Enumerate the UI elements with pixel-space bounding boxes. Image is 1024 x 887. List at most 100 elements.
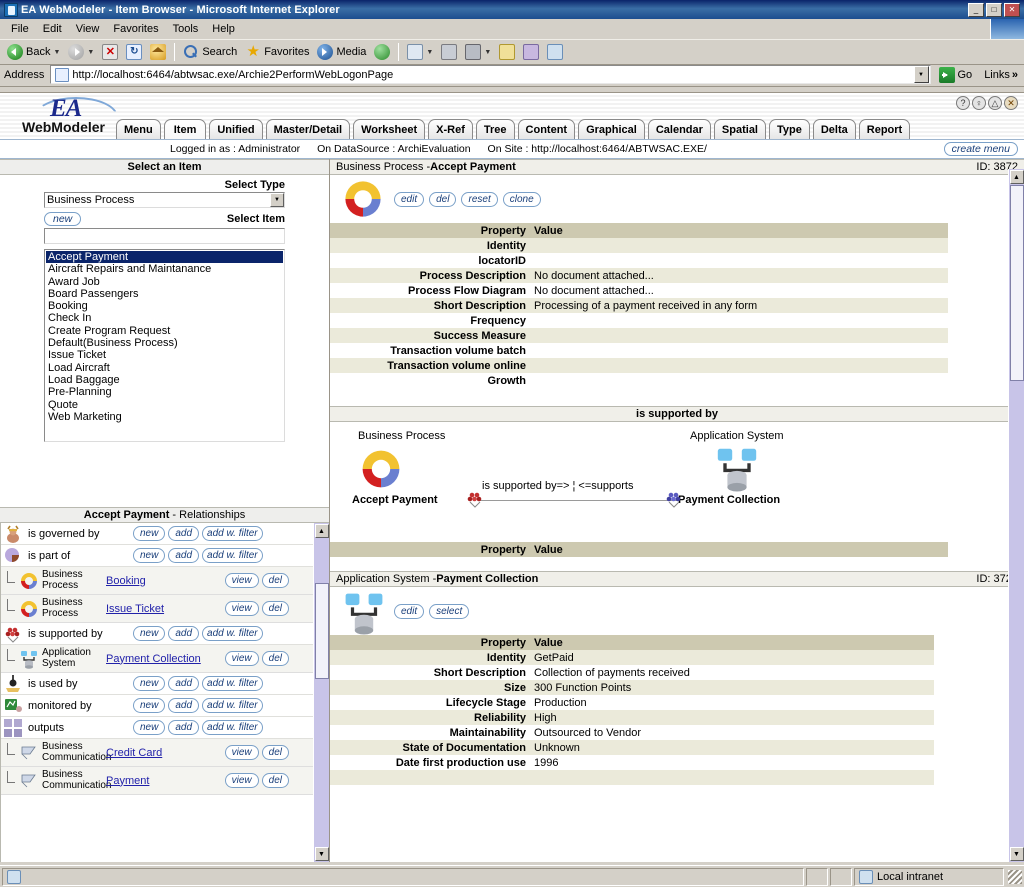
new-button[interactable]: new [133, 548, 166, 563]
add-with-filter-button[interactable]: add w. filter [202, 548, 263, 563]
select-button[interactable]: select [429, 603, 470, 619]
item-link[interactable]: Payment [106, 775, 211, 787]
scroll-up-arrow-icon[interactable]: ▲ [314, 524, 329, 538]
stop-button[interactable]: ✕ [99, 41, 121, 63]
edit-button[interactable]: ▼ [462, 41, 494, 63]
item-link[interactable]: Payment Collection [106, 653, 211, 665]
view-button[interactable]: view [224, 573, 259, 588]
tab-calendar[interactable]: Calendar [647, 119, 711, 139]
list-item[interactable]: Check In [46, 312, 283, 324]
exit-icon[interactable]: ✕ [1004, 96, 1018, 110]
relationships-scrollbar[interactable]: ▲ ▼ [313, 523, 329, 862]
resize-grip-icon[interactable] [1008, 869, 1022, 884]
add-with-filter-button[interactable]: add w. filter [202, 698, 263, 713]
clone-button[interactable]: clone [502, 191, 541, 207]
view-button[interactable]: view [224, 745, 259, 760]
list-item[interactable]: Default(Business Process) [46, 337, 283, 349]
scroll-thumb[interactable] [1009, 185, 1024, 381]
help-icon[interactable]: ? [956, 96, 970, 110]
list-item[interactable]: Accept Payment [46, 251, 283, 264]
reset-button[interactable]: reset [461, 191, 498, 207]
links-button[interactable]: Links » [980, 68, 1022, 82]
messenger-button[interactable] [520, 41, 542, 63]
new-button[interactable]: new [133, 626, 166, 641]
item-link[interactable]: Credit Card [106, 747, 211, 759]
scroll-thumb[interactable] [314, 583, 329, 679]
scroll-up-arrow-icon[interactable]: ▲ [1009, 170, 1024, 184]
add-with-filter-button[interactable]: add w. filter [202, 526, 263, 541]
add-button[interactable]: add [168, 698, 200, 713]
address-input[interactable]: http://localhost:6464/abtwsac.exe/Archie… [50, 65, 931, 84]
view-button[interactable]: view [224, 651, 259, 666]
menu-help[interactable]: Help [205, 21, 242, 37]
menu-tools[interactable]: Tools [166, 21, 206, 37]
select-type-chevron-down-icon[interactable]: ▼ [270, 193, 284, 207]
list-item[interactable]: Quote [46, 399, 283, 411]
edit-chevron-down-icon[interactable]: ▼ [484, 49, 491, 56]
del-button[interactable]: del [261, 573, 289, 588]
scroll-down-arrow-icon[interactable]: ▼ [314, 847, 329, 861]
tab-spatial[interactable]: Spatial [713, 119, 766, 139]
back-chevron-down-icon[interactable]: ▼ [53, 49, 60, 56]
tab-unified[interactable]: Unified [209, 119, 263, 139]
history-button[interactable] [371, 41, 393, 63]
create-menu-button[interactable]: create menu [943, 142, 1018, 156]
go-button[interactable]: Go [935, 66, 977, 84]
new-button[interactable]: new [133, 526, 166, 541]
new-item-button[interactable]: new [44, 212, 82, 226]
list-item[interactable]: Award Job [46, 276, 283, 288]
realplayer-button[interactable] [544, 41, 566, 63]
select-type-dropdown[interactable]: Business Process ▼ [44, 192, 285, 208]
view-button[interactable]: view [224, 601, 259, 616]
tab-item[interactable]: Item [163, 119, 207, 139]
mail-chevron-down-icon[interactable]: ▼ [426, 49, 433, 56]
home-button[interactable] [147, 41, 169, 63]
print-button[interactable] [438, 41, 460, 63]
add-with-filter-button[interactable]: add w. filter [202, 626, 263, 641]
key-icon[interactable]: ♀ [972, 96, 986, 110]
security-zone-cell[interactable]: Local intranet [854, 867, 1004, 886]
detail-scrollbar[interactable]: ▲ ▼ [1008, 169, 1024, 862]
add-with-filter-button[interactable]: add w. filter [202, 720, 263, 735]
tab-content[interactable]: Content [517, 119, 576, 139]
item-link[interactable]: Issue Ticket [106, 603, 211, 615]
del-button[interactable]: del [261, 773, 289, 788]
item-listbox[interactable]: Accept Payment Aircraft Repairs and Main… [44, 249, 285, 442]
list-item[interactable]: Board Passengers [46, 288, 283, 300]
del-button[interactable]: del [261, 745, 289, 760]
back-button[interactable]: Back ▼ [4, 41, 63, 63]
edit-button[interactable]: edit [394, 603, 425, 619]
tab-tree[interactable]: Tree [475, 119, 515, 139]
address-chevron-down-icon[interactable]: ▼ [913, 66, 929, 83]
add-button[interactable]: add [168, 626, 200, 641]
forward-chevron-down-icon[interactable]: ▼ [87, 49, 94, 56]
add-button[interactable]: add [168, 548, 200, 563]
add-button[interactable]: add [168, 676, 200, 691]
tab-type[interactable]: Type [769, 119, 810, 139]
new-button[interactable]: new [133, 698, 166, 713]
tab-graphical[interactable]: Graphical [578, 119, 645, 139]
forward-button[interactable]: ▼ [65, 41, 97, 63]
del-button[interactable]: del [261, 601, 289, 616]
new-button[interactable]: new [133, 676, 166, 691]
close-button[interactable]: ✕ [1004, 2, 1020, 17]
list-item[interactable]: Booking [46, 300, 283, 312]
tab-delta[interactable]: Delta [812, 119, 856, 139]
add-button[interactable]: add [168, 526, 200, 541]
tab-report[interactable]: Report [858, 119, 911, 139]
search-button[interactable]: Search [180, 41, 240, 63]
minimize-button[interactable]: _ [968, 2, 984, 17]
tab-x-ref[interactable]: X-Ref [428, 119, 473, 139]
maximize-button[interactable]: □ [986, 2, 1002, 17]
home-nav-icon[interactable]: △ [988, 96, 1002, 110]
menu-edit[interactable]: Edit [36, 21, 69, 37]
add-button[interactable]: add [168, 720, 200, 735]
refresh-button[interactable]: ↻ [123, 41, 145, 63]
scroll-down-arrow-icon[interactable]: ▼ [1009, 847, 1024, 861]
tab-worksheet[interactable]: Worksheet [353, 119, 426, 139]
mail-button[interactable]: ▼ [404, 41, 436, 63]
edit-button[interactable]: edit [394, 191, 425, 207]
list-item[interactable]: Issue Ticket [46, 349, 283, 361]
list-item[interactable]: Web Marketing [46, 411, 283, 423]
menu-favorites[interactable]: Favorites [106, 21, 165, 37]
